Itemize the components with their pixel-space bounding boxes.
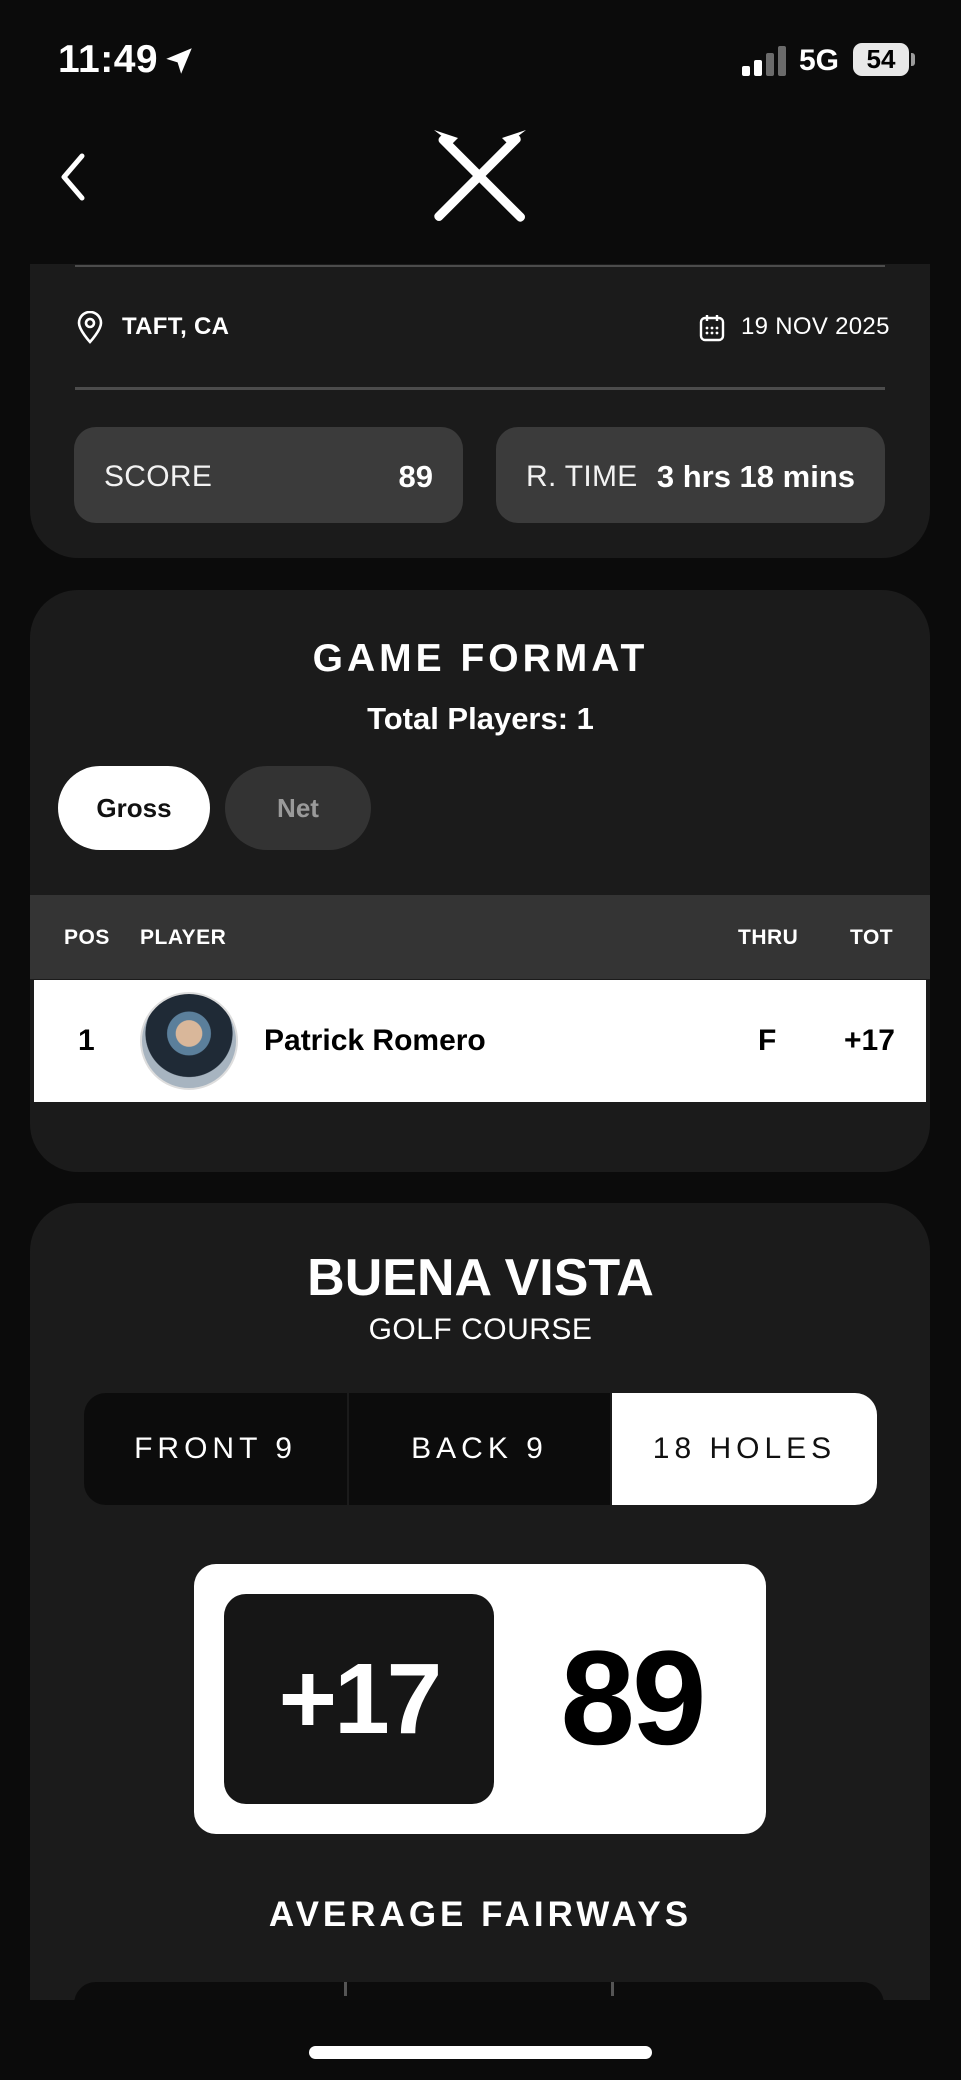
back-button[interactable] (52, 150, 98, 204)
column-pos: POS (64, 926, 110, 949)
row-thru: F (758, 1024, 777, 1057)
home-indicator[interactable] (309, 2046, 652, 2059)
divider (75, 265, 885, 267)
tab-net[interactable]: Net (225, 766, 371, 850)
leaderboard-header: POS PLAYER THRU TOT (30, 895, 930, 979)
total-players: Total Players: 1 (367, 701, 594, 736)
segment-back-9[interactable]: BACK 9 (349, 1393, 610, 1505)
battery-cap (911, 53, 915, 66)
divider (75, 387, 885, 390)
segment-front-9[interactable]: FRONT 9 (84, 1393, 347, 1505)
row-player: Patrick Romero (264, 1024, 486, 1057)
crossed-golf-tees-icon (434, 130, 526, 222)
status-time: 11:49 (58, 38, 159, 81)
round-location: TAFT, CA (122, 313, 230, 340)
row-pos: 1 (78, 1024, 95, 1057)
row-tot: +17 (844, 1024, 895, 1057)
avatar (140, 992, 238, 1090)
calendar-icon (699, 315, 725, 342)
average-fairways-title: AVERAGE FAIRWAYS (268, 1895, 693, 1934)
column-thru: THRU (738, 926, 799, 949)
score-label: SCORE (104, 460, 213, 493)
cellular-signal-icon (742, 46, 788, 76)
status-bar: 11:49 5G 54 (0, 0, 961, 120)
score-stat: SCORE 89 (74, 427, 463, 523)
column-tot: TOT (850, 926, 894, 949)
course-subtitle: GOLF COURSE (368, 1313, 593, 1346)
tab-gross[interactable]: Gross (58, 766, 210, 850)
course-name: BUENA VISTA (307, 1249, 654, 1307)
bottom-bar (0, 2000, 961, 2080)
score-summary: +17 89 (194, 1564, 766, 1834)
score-total: 89 (560, 1624, 706, 1773)
round-date: 19 NOV 2025 (741, 313, 890, 340)
round-time-stat: R. TIME 3 hrs 18 mins (496, 427, 885, 523)
leaderboard-row[interactable]: 1 Patrick Romero F +17 (34, 980, 926, 1102)
map-pin-icon (77, 311, 103, 344)
segment-18-holes[interactable]: 18 HOLES (612, 1393, 877, 1505)
round-time-value: 3 hrs 18 mins (656, 459, 855, 494)
location-arrow-icon (166, 48, 192, 74)
round-time-label: R. TIME (526, 460, 638, 493)
battery-icon: 54 (853, 43, 909, 76)
game-format-title: GAME FORMAT (312, 637, 649, 680)
score-to-par: +17 (224, 1594, 494, 1804)
network-type: 5G (799, 44, 840, 77)
score-value: 89 (398, 459, 433, 494)
divider (611, 1982, 614, 1996)
column-player: PLAYER (140, 926, 227, 949)
divider (344, 1982, 347, 1996)
